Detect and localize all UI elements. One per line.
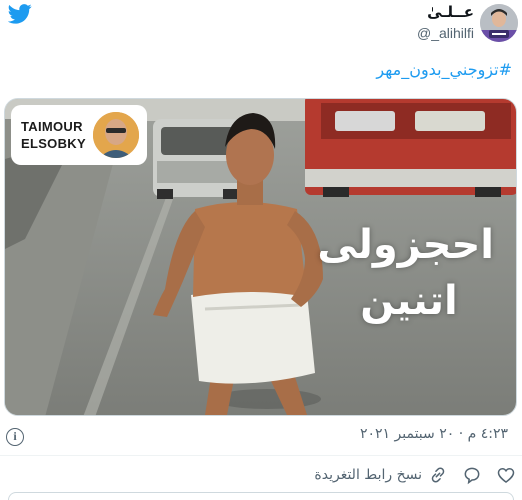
author-handle[interactable]: @_alihilfi (417, 24, 474, 42)
tweet-timestamp[interactable]: ٤:٢٣ م · ٢٠ سبتمبر ٢٠٢١ (360, 426, 508, 442)
copy-link-label[interactable]: نسخ رابط التغريدة (314, 467, 422, 483)
watermark-line-1: TAIMOUR (21, 119, 83, 134)
reply-button[interactable] (462, 465, 482, 485)
avatar-image (480, 4, 518, 42)
tweet-author[interactable]: عــلـىٰ @_alihilfi (417, 2, 474, 42)
tweet-card: عــلـىٰ @_alihilfi #تزوجني_بدون_مهر TAIM… (0, 0, 522, 500)
info-icon[interactable]: i (6, 428, 24, 446)
bottom-panel-edge (8, 492, 514, 500)
caption-line-1: احجزولى (317, 222, 494, 268)
reply-bubble-icon (464, 467, 480, 485)
tweet-actions: نسخ رابط التغريدة (314, 464, 516, 486)
hashtag-link[interactable]: #تزوجني_بدون_مهر (376, 60, 512, 79)
copy-link-button[interactable]: نسخ رابط التغريدة (314, 465, 448, 485)
author-name[interactable]: عــلـىٰ (417, 2, 474, 22)
heart-icon (497, 467, 515, 484)
twitter-bird-icon[interactable] (8, 4, 32, 24)
avatar[interactable] (480, 4, 518, 42)
like-button[interactable] (496, 465, 516, 485)
watermark-line-2: ELSOBKY (21, 136, 86, 151)
watermark-text: TAIMOUR ELSOBKY (21, 118, 86, 152)
caption-line-2: اتنين (360, 278, 458, 324)
tweet-media-image[interactable]: TAIMOUR ELSOBKY احجزولى اتنين (4, 98, 517, 416)
watermark-portrait (91, 110, 141, 160)
divider (0, 455, 522, 456)
channel-watermark: TAIMOUR ELSOBKY (11, 105, 147, 165)
link-icon (431, 467, 445, 483)
image-caption: احجزولى اتنين (317, 217, 494, 329)
portrait-image (93, 112, 139, 158)
